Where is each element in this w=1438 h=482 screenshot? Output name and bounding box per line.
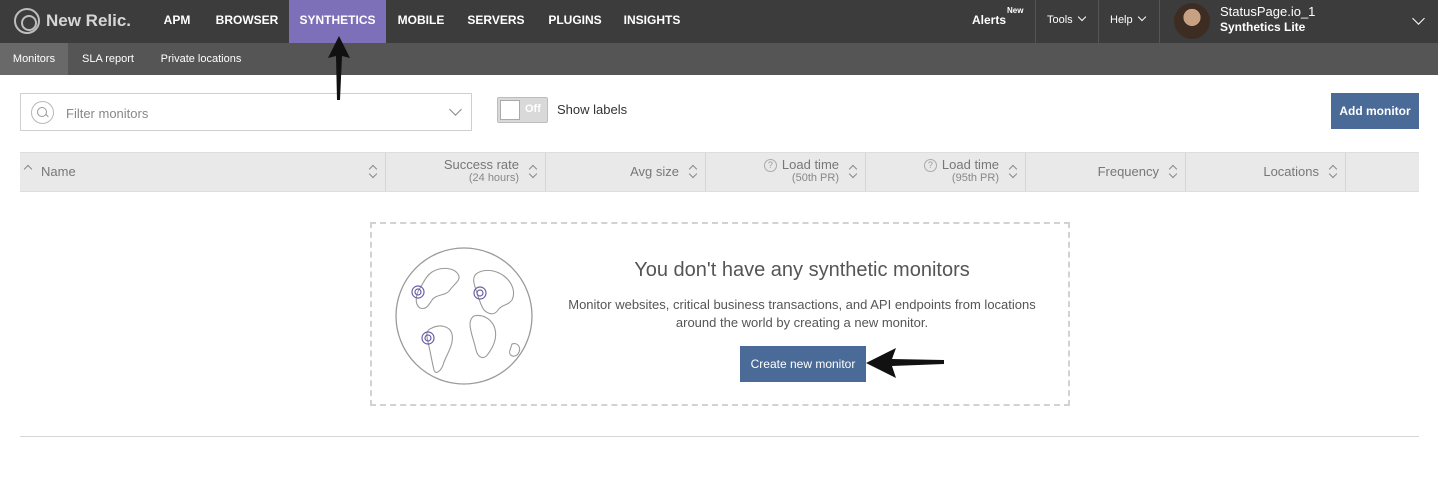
nav-divider bbox=[1159, 0, 1160, 43]
tools-menu[interactable]: Tools bbox=[1047, 12, 1086, 26]
new-relic-logo-icon bbox=[14, 8, 40, 34]
account-menu-chevron-icon[interactable] bbox=[1412, 12, 1425, 25]
help-label: Help bbox=[1110, 14, 1133, 26]
sort-icon bbox=[1329, 164, 1337, 180]
create-new-monitor-button[interactable]: Create new monitor bbox=[740, 346, 866, 382]
help-menu[interactable]: Help bbox=[1110, 12, 1146, 26]
column-header-avg-size[interactable]: Avg size bbox=[546, 153, 706, 191]
nav-insights[interactable]: INSIGHTS bbox=[620, 0, 684, 43]
top-navigation-bar: New Relic. APM BROWSER SYNTHETICS MOBILE… bbox=[0, 0, 1438, 43]
column-header-locations[interactable]: Locations bbox=[1186, 153, 1346, 191]
column-sublabel: (50th PR) bbox=[791, 172, 839, 184]
column-label-text: Load time bbox=[781, 157, 839, 172]
column-sublabel: (95th PR) bbox=[951, 172, 999, 184]
nav-divider bbox=[1035, 0, 1036, 43]
column-label: ? Load time (95th PR) bbox=[923, 157, 999, 184]
column-label: Frequency bbox=[1097, 164, 1159, 179]
empty-state-description: Monitor websites, critical business tran… bbox=[568, 297, 1036, 330]
monitors-table-header: Name Success rate (24 hours) Avg size ? L… bbox=[20, 152, 1419, 192]
annotation-arrow-up-icon bbox=[328, 36, 350, 100]
sort-icon bbox=[1009, 164, 1017, 180]
nav-mobile[interactable]: MOBILE bbox=[393, 0, 449, 43]
column-label: Success rate (24 hours) bbox=[444, 157, 519, 184]
sort-icon bbox=[689, 164, 697, 180]
table-bottom-divider bbox=[20, 436, 1419, 437]
account-plan: Synthetics Lite bbox=[1220, 20, 1306, 34]
column-label: Avg size bbox=[630, 164, 679, 179]
sort-icon bbox=[1169, 164, 1177, 180]
empty-state-title: You don't have any synthetic monitors bbox=[634, 259, 970, 281]
empty-state-panel: You don't have any synthetic monitors Mo… bbox=[370, 222, 1070, 406]
nav-plugins[interactable]: PLUGINS bbox=[543, 0, 607, 43]
sort-ascending-icon bbox=[23, 164, 33, 174]
avatar[interactable] bbox=[1174, 3, 1210, 39]
filter-monitors-field[interactable] bbox=[20, 93, 472, 131]
column-label-text: Load time bbox=[941, 157, 999, 172]
chevron-down-icon bbox=[1137, 12, 1146, 22]
column-header-success-rate[interactable]: Success rate (24 hours) bbox=[386, 153, 546, 191]
sort-icon bbox=[529, 164, 537, 180]
help-icon[interactable]: ? bbox=[923, 159, 937, 172]
column-label-text: Success rate bbox=[443, 157, 519, 172]
chevron-down-icon[interactable] bbox=[449, 103, 462, 116]
chevron-down-icon bbox=[1077, 12, 1086, 22]
column-label: Name bbox=[41, 164, 76, 179]
show-labels-toggle[interactable]: Off bbox=[497, 97, 548, 123]
sub-navigation-bar: Monitors SLA report Private locations bbox=[0, 43, 1438, 75]
column-sublabel: (24 hours) bbox=[468, 172, 519, 184]
toggle-knob bbox=[500, 100, 520, 120]
toggle-state: Off bbox=[525, 103, 541, 115]
alerts-label: Alerts bbox=[972, 13, 1007, 27]
help-icon[interactable]: ? bbox=[763, 159, 777, 172]
show-labels-label[interactable]: Show labels bbox=[557, 102, 627, 117]
nav-servers[interactable]: SERVERS bbox=[463, 0, 529, 43]
tab-private-locations[interactable]: Private locations bbox=[152, 43, 250, 75]
nav-browser[interactable]: BROWSER bbox=[208, 0, 286, 43]
tools-label: Tools bbox=[1047, 14, 1073, 26]
column-header-load-time-95[interactable]: ? Load time (95th PR) bbox=[866, 153, 1026, 191]
filter-monitors-input[interactable] bbox=[66, 103, 426, 123]
nav-apm[interactable]: APM bbox=[154, 0, 200, 43]
column-header-load-time-50[interactable]: ? Load time (50th PR) bbox=[706, 153, 866, 191]
globe-icon bbox=[395, 247, 533, 385]
new-relic-logo[interactable]: New Relic. bbox=[14, 8, 131, 34]
column-label: Locations bbox=[1263, 164, 1319, 179]
column-header-frequency[interactable]: Frequency bbox=[1026, 153, 1186, 191]
sort-icon bbox=[369, 164, 377, 180]
tab-sla-report[interactable]: SLA report bbox=[72, 43, 144, 75]
search-icon bbox=[31, 101, 54, 124]
annotation-arrow-left-icon bbox=[866, 348, 944, 378]
column-label: ? Load time (50th PR) bbox=[763, 157, 839, 184]
alerts-new-badge: New bbox=[1007, 6, 1024, 15]
alerts-link[interactable]: AlertsNew bbox=[972, 6, 1023, 27]
brand-name: New Relic. bbox=[46, 11, 132, 30]
tab-monitors[interactable]: Monitors bbox=[0, 43, 68, 75]
nav-divider bbox=[1098, 0, 1099, 43]
sort-icon bbox=[849, 164, 857, 180]
column-header-name[interactable]: Name bbox=[20, 153, 386, 191]
account-name[interactable]: StatusPage.io_1 bbox=[1220, 4, 1315, 19]
add-monitor-button[interactable]: Add monitor bbox=[1331, 93, 1419, 129]
